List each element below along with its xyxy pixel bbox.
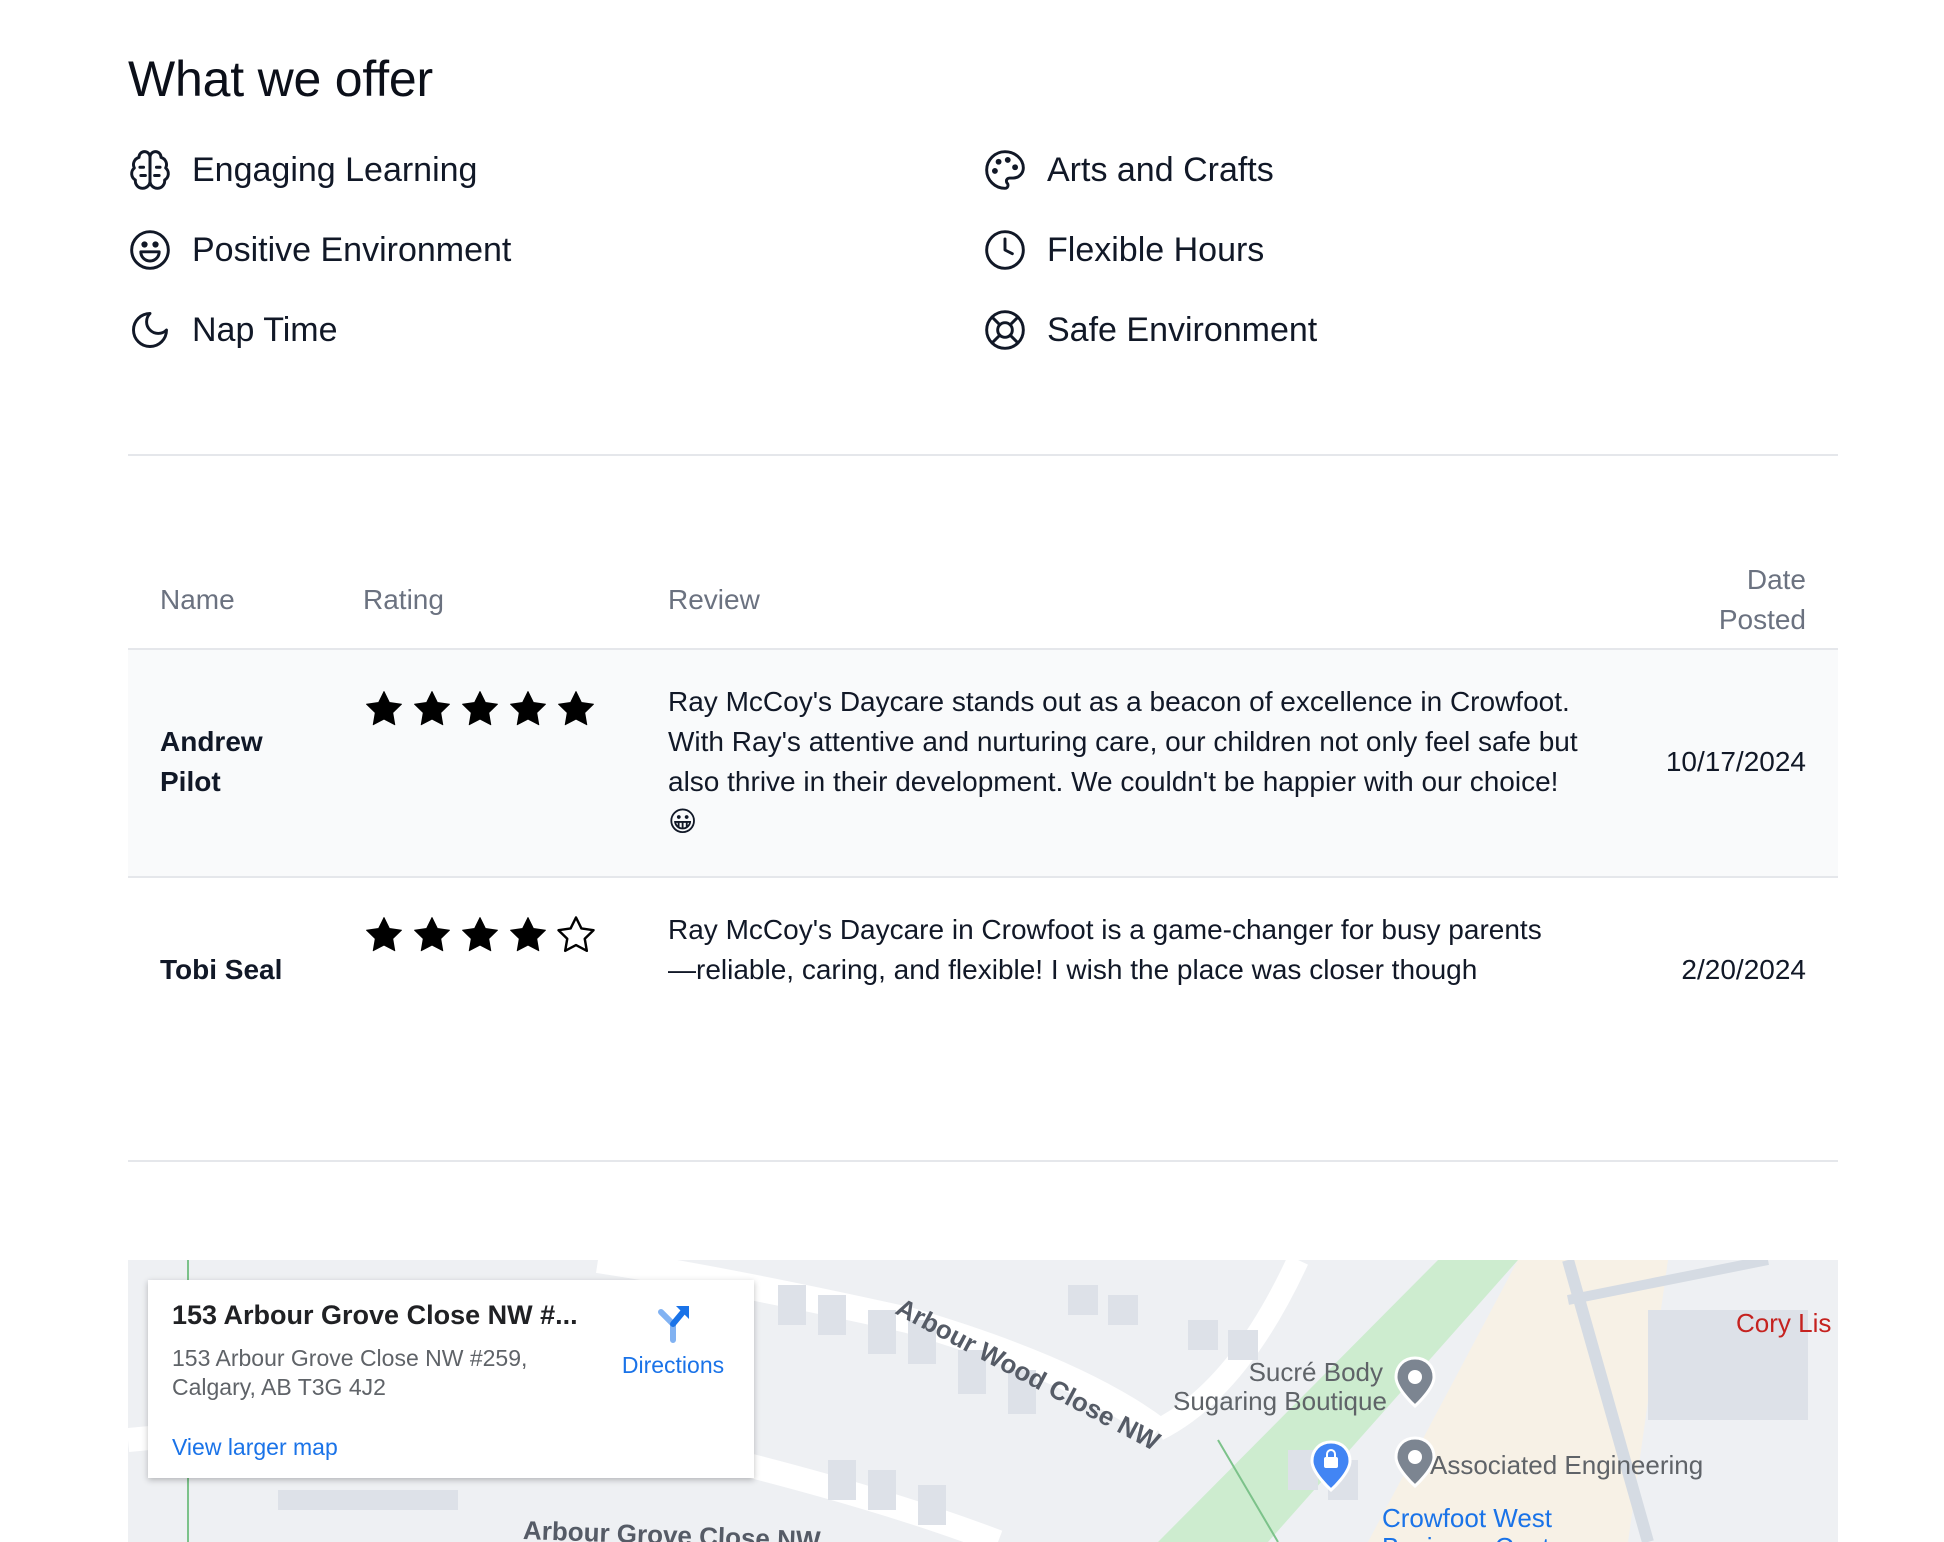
feature-label: Arts and Crafts	[1047, 150, 1274, 189]
star-empty-icon	[555, 914, 597, 956]
place-name-line: Sugaring Boutique	[1173, 1386, 1387, 1416]
feature-label: Engaging Learning	[192, 150, 478, 189]
divider	[128, 454, 1838, 456]
star-rating	[363, 914, 597, 956]
author-line: Pilot	[160, 766, 221, 797]
feature-positive-environment: Positive Environment	[128, 220, 511, 280]
directions-label: Directions	[621, 1352, 725, 1378]
moon-icon	[128, 308, 172, 352]
star-filled-icon	[555, 688, 597, 730]
review-author: Tobi Seal	[160, 950, 282, 990]
header-review: Review	[668, 584, 760, 615]
header-name: Name	[160, 584, 235, 615]
address-line: Calgary, AB T3G 4J2	[172, 1374, 386, 1400]
place-name-line: Sucré Body	[1248, 1357, 1383, 1387]
palette-icon	[983, 148, 1027, 192]
lifebuoy-icon	[983, 308, 1027, 352]
feature-label: Nap Time	[192, 310, 338, 349]
view-larger-map-link[interactable]: View larger map	[172, 1434, 338, 1461]
review-date: 10/17/2024	[1665, 746, 1806, 777]
header-date-line2: Posted	[1718, 604, 1806, 635]
star-filled-icon	[507, 688, 549, 730]
smile-icon	[128, 228, 172, 272]
directions-icon	[658, 1306, 689, 1343]
address-line: 153 Arbour Grove Close NW #259,	[172, 1345, 528, 1371]
header-rating: Rating	[363, 584, 444, 615]
place-label-sucre[interactable]: Sucré Body Sugaring Boutique	[1173, 1357, 1387, 1416]
clock-icon	[983, 228, 1027, 272]
place-label-crowfoot-west[interactable]: Crowfoot West Business Centre	[1382, 1504, 1573, 1542]
section-title: What we offer	[128, 51, 433, 107]
feature-safe-environment: Safe Environment	[983, 300, 1317, 360]
divider	[128, 1160, 1838, 1162]
star-filled-icon	[363, 914, 405, 956]
place-name-line: Business Centre	[1382, 1533, 1573, 1542]
table-row: Tobi Seal Ray McCoy's Daycare in Crowfoo…	[128, 878, 1838, 1108]
place-title: 153 Arbour Grove Close NW #...	[172, 1300, 578, 1330]
place-label-cory[interactable]: Cory Lis	[1736, 1308, 1831, 1339]
feature-nap-time: Nap Time	[128, 300, 338, 360]
feature-flexible-hours: Flexible Hours	[983, 220, 1264, 280]
place-label-associated-engineering[interactable]: Associated Engineering	[1430, 1450, 1703, 1481]
header-date-posted: Date Posted	[1719, 560, 1806, 640]
author-line: Tobi Seal	[160, 954, 283, 985]
feature-label: Safe Environment	[1047, 310, 1318, 349]
star-rating	[363, 688, 597, 730]
place-address: 153 Arbour Grove Close NW #259, Calgary,…	[172, 1344, 572, 1402]
star-filled-icon	[411, 914, 453, 956]
brain-icon	[128, 148, 172, 192]
author-line: Andrew	[160, 726, 263, 757]
header-date-line1: Date	[1746, 564, 1806, 595]
directions-button[interactable]: Directions	[608, 1300, 738, 1379]
star-filled-icon	[507, 914, 549, 956]
feature-engaging-learning: Engaging Learning	[128, 140, 477, 200]
star-filled-icon	[459, 914, 501, 956]
feature-arts-and-crafts: Arts and Crafts	[983, 140, 1274, 200]
feature-label: Positive Environment	[192, 230, 512, 269]
map-info-card: 153 Arbour Grove Close NW #... 153 Arbou…	[148, 1280, 754, 1478]
place-pin-icon[interactable]	[1392, 1356, 1438, 1408]
review-text: Ray McCoy's Daycare stands out as a beac…	[668, 686, 1578, 837]
table-row: Andrew Pilot Ray McCoy's Daycare stands …	[128, 650, 1838, 876]
embedded-map[interactable]: Arbour Wood Close NW Arbour Grove Close …	[128, 1260, 1838, 1542]
star-filled-icon	[411, 688, 453, 730]
review-date: 2/20/2024	[1681, 954, 1806, 985]
review-author: Andrew Pilot	[160, 722, 263, 802]
review-text: Ray McCoy's Daycare in Crowfoot is a gam…	[668, 914, 1542, 985]
star-filled-icon	[363, 688, 405, 730]
place-name-line: Crowfoot West	[1382, 1503, 1553, 1533]
feature-label: Flexible Hours	[1047, 230, 1265, 269]
star-filled-icon	[459, 688, 501, 730]
shopping-pin-icon[interactable]	[1308, 1440, 1354, 1492]
